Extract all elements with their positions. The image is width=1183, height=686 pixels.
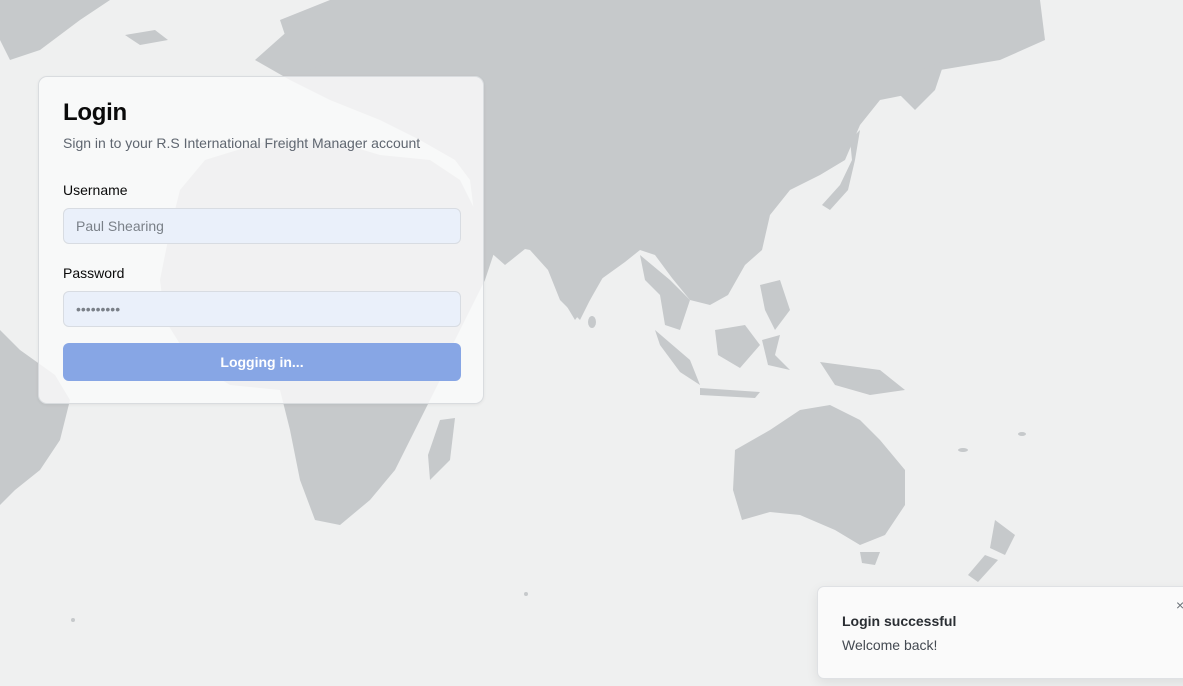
login-toast: Login successful Welcome back! × [817, 586, 1183, 679]
sulawesi [762, 335, 790, 370]
philippines [760, 280, 790, 330]
madagascar [428, 418, 455, 480]
sumatra [655, 330, 700, 385]
australia [733, 405, 905, 545]
username-label: Username [63, 182, 128, 198]
atlantic-island [71, 618, 75, 622]
indian-ocean-island [524, 592, 528, 596]
sri-lanka [588, 316, 596, 328]
close-icon[interactable]: × [1176, 597, 1183, 613]
tasmania [860, 552, 880, 565]
toast-message: Welcome back! [842, 637, 938, 653]
pacific-island-1 [1018, 432, 1026, 436]
new-zealand-north [990, 520, 1015, 555]
pacific-island-2 [958, 448, 968, 452]
new-guinea [820, 362, 905, 395]
login-title: Login [63, 99, 127, 126]
login-submit-button[interactable]: Logging in... [63, 343, 461, 381]
password-input[interactable] [63, 291, 461, 327]
new-zealand-south [968, 555, 998, 582]
greenland-fragment [0, 0, 110, 60]
login-subtitle: Sign in to your R.S International Freigh… [63, 135, 421, 151]
username-input[interactable] [63, 208, 461, 244]
java [700, 388, 760, 398]
password-label: Password [63, 265, 125, 281]
login-card: Login Sign in to your R.S International … [38, 76, 484, 404]
iceland [125, 30, 168, 45]
borneo [715, 325, 760, 368]
toast-title: Login successful [842, 613, 957, 629]
